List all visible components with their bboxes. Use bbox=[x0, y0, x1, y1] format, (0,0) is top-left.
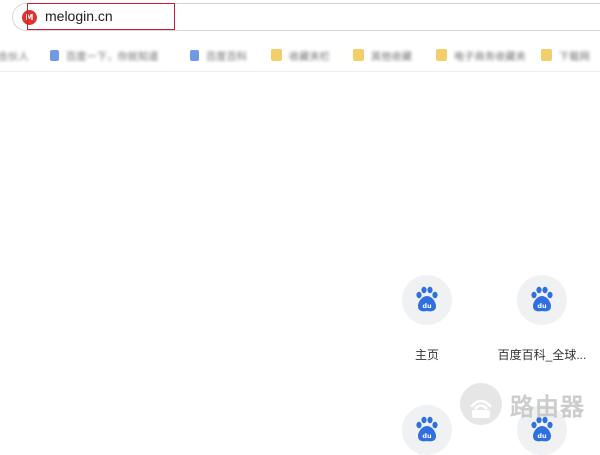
bookmark-label: 其他收藏 bbox=[371, 51, 413, 63]
shortcut-label-home[interactable]: 主页 bbox=[367, 346, 487, 363]
svg-text:du: du bbox=[537, 432, 547, 440]
svg-text:du: du bbox=[537, 302, 547, 310]
router-logo-icon bbox=[460, 383, 502, 425]
watermark: 路由器 bbox=[460, 383, 585, 425]
bookmark-label: 收藏夹栏 bbox=[289, 51, 331, 63]
folder-icon bbox=[353, 49, 364, 61]
baidu-paw-icon: du bbox=[416, 416, 438, 442]
shortcut-tile-3[interactable]: du bbox=[402, 405, 452, 455]
svg-text:du: du bbox=[422, 432, 432, 440]
baidu-paw-icon: du bbox=[416, 286, 438, 312]
bookmark-item[interactable]: 百度百科 bbox=[190, 47, 260, 63]
bookmarks-bar: 合伙人 百度一下，你就知道 百度百科 收藏夹栏 其他收藏 电子商务收藏夹 下载网 bbox=[0, 38, 600, 72]
shortcut-tile-baike[interactable]: du bbox=[517, 275, 567, 325]
bookmark-label: 百度一下，你就知道 bbox=[66, 51, 159, 63]
folder-icon bbox=[271, 49, 282, 61]
bookmark-item[interactable]: 合伙人 bbox=[0, 47, 36, 63]
bookmark-item[interactable]: 百度一下，你就知道 bbox=[50, 47, 178, 63]
bookmark-item[interactable]: 下载网 bbox=[541, 47, 600, 63]
page-icon bbox=[190, 49, 199, 61]
folder-icon bbox=[436, 49, 447, 61]
bookmark-item[interactable]: 其他收藏 bbox=[353, 47, 425, 63]
bookmark-label: 合伙人 bbox=[0, 51, 29, 63]
shortcut-label-baike[interactable]: 百度百科_全球... bbox=[482, 346, 600, 363]
bookmark-item[interactable]: 收藏夹栏 bbox=[271, 47, 343, 63]
bookmark-label: 电子商务收藏夹 bbox=[454, 51, 527, 63]
watermark-text: 路由器 bbox=[510, 392, 585, 421]
url-highlight-box bbox=[27, 3, 175, 30]
bookmark-item[interactable]: 电子商务收藏夹 bbox=[436, 47, 532, 63]
page-icon bbox=[50, 49, 59, 61]
shortcut-tile-home[interactable]: du bbox=[402, 275, 452, 325]
baidu-paw-icon: du bbox=[531, 286, 553, 312]
folder-icon bbox=[541, 49, 552, 61]
svg-text:du: du bbox=[422, 302, 432, 310]
bookmark-label: 百度百科 bbox=[206, 51, 248, 63]
bookmark-label: 下载网 bbox=[559, 51, 590, 63]
